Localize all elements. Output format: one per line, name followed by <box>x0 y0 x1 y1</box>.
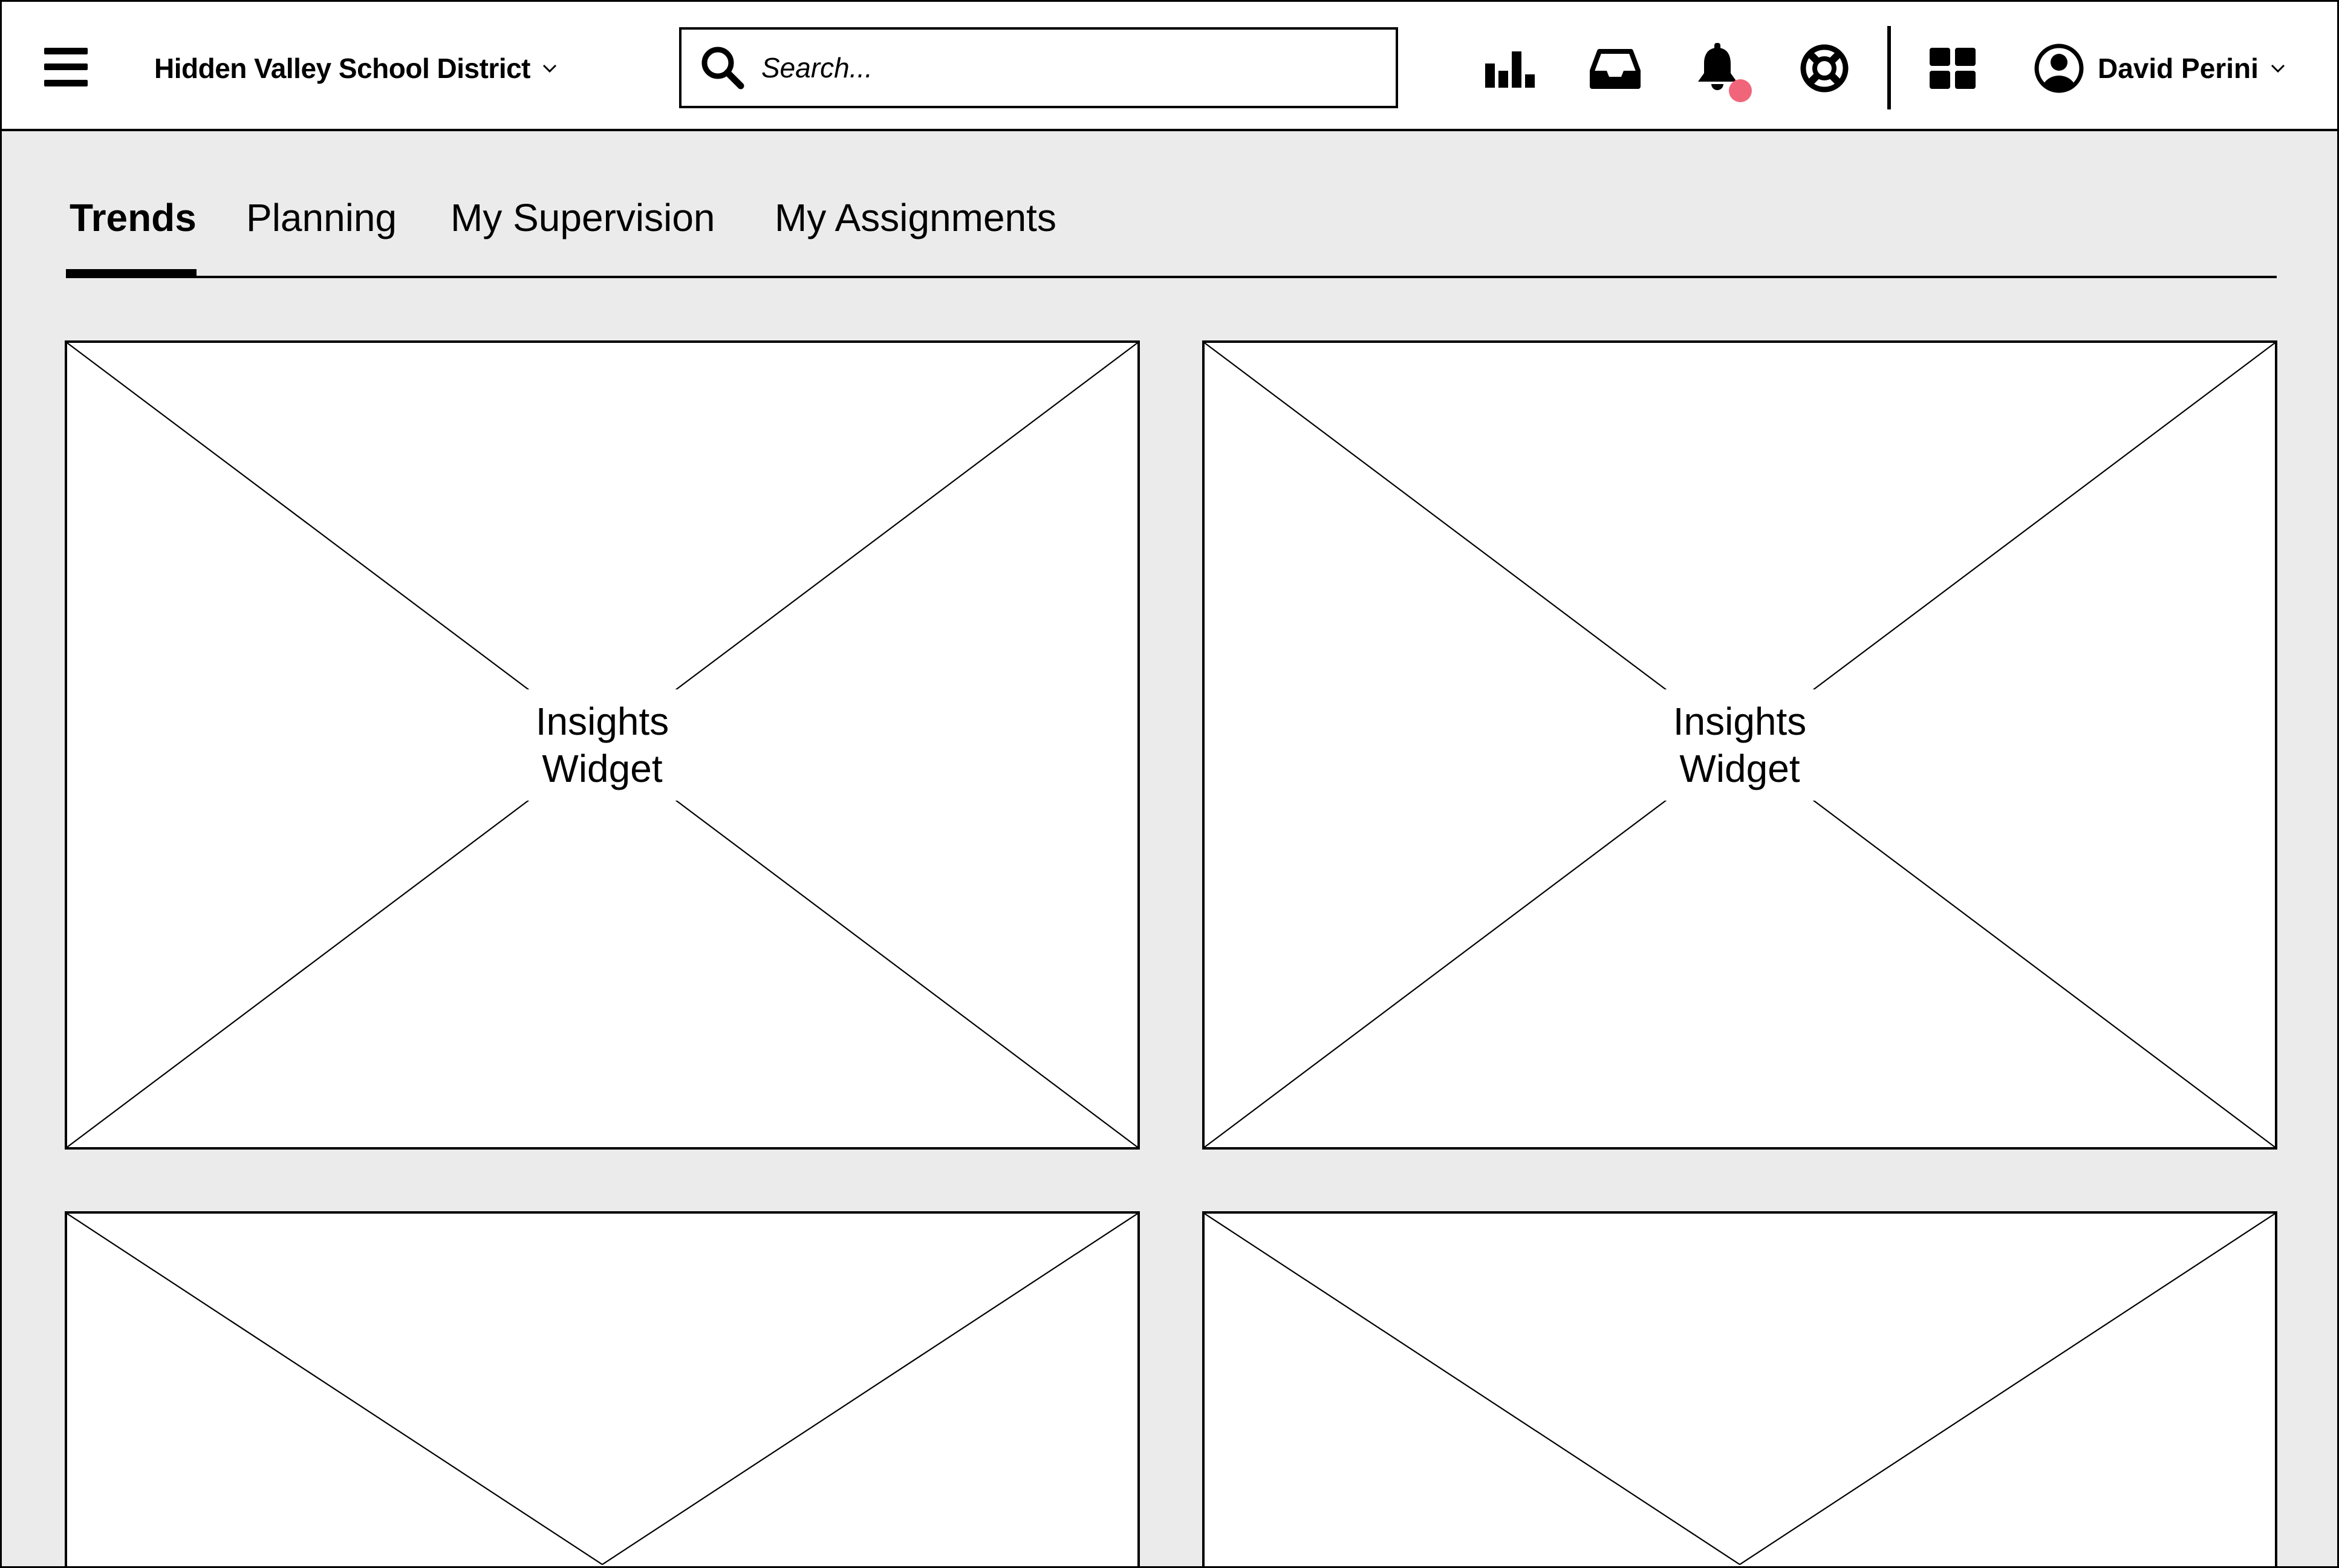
insights-widget[interactable] <box>1202 1211 2277 1568</box>
bar-chart-icon[interactable] <box>1484 43 1535 94</box>
user-avatar-icon <box>2034 44 2084 93</box>
placeholder-cross <box>67 1214 1137 1568</box>
lifebuoy-icon[interactable] <box>1799 43 1850 94</box>
tab-my-assignments[interactable]: My Assignments <box>775 195 1056 240</box>
org-name: Hidden Valley School District <box>154 53 531 84</box>
widget-label: Insights Widget <box>515 689 690 801</box>
apps-grid-icon[interactable] <box>1927 43 1978 94</box>
tabs-underline <box>66 276 2277 278</box>
tab-trends[interactable]: Trends <box>70 195 197 240</box>
inbox-icon[interactable] <box>1590 43 1641 94</box>
header-divider <box>1887 26 1891 109</box>
chevron-down-icon <box>2271 64 2285 73</box>
search-input[interactable] <box>760 51 1367 85</box>
insights-widget[interactable] <box>65 1211 1140 1568</box>
notification-badge <box>1729 79 1752 102</box>
top-bar: Hidden Valley School District Search... … <box>2 2 2337 131</box>
org-switcher[interactable]: Hidden Valley School District <box>154 50 558 86</box>
tab-planning[interactable]: Planning <box>246 195 397 240</box>
search-box[interactable] <box>679 27 1398 108</box>
tab-bar: Trends Planning My Supervision My Assign… <box>66 177 2277 279</box>
widget-label: Insights Widget <box>1652 689 1827 801</box>
user-menu[interactable]: David Perini <box>2034 42 2286 95</box>
app-window: Hidden Valley School District Search... … <box>0 0 2339 1568</box>
user-name: David Perini <box>2098 53 2259 84</box>
active-tab-indicator <box>66 269 197 277</box>
search-icon <box>701 47 744 89</box>
chevron-down-icon <box>542 64 557 73</box>
menu-icon[interactable] <box>44 48 88 86</box>
placeholder-cross <box>1205 1214 2275 1568</box>
tab-my-supervision[interactable]: My Supervision <box>451 195 715 240</box>
insights-widget[interactable]: Insights Widget <box>65 340 1140 1150</box>
insights-widget[interactable]: Insights Widget <box>1202 340 2277 1150</box>
